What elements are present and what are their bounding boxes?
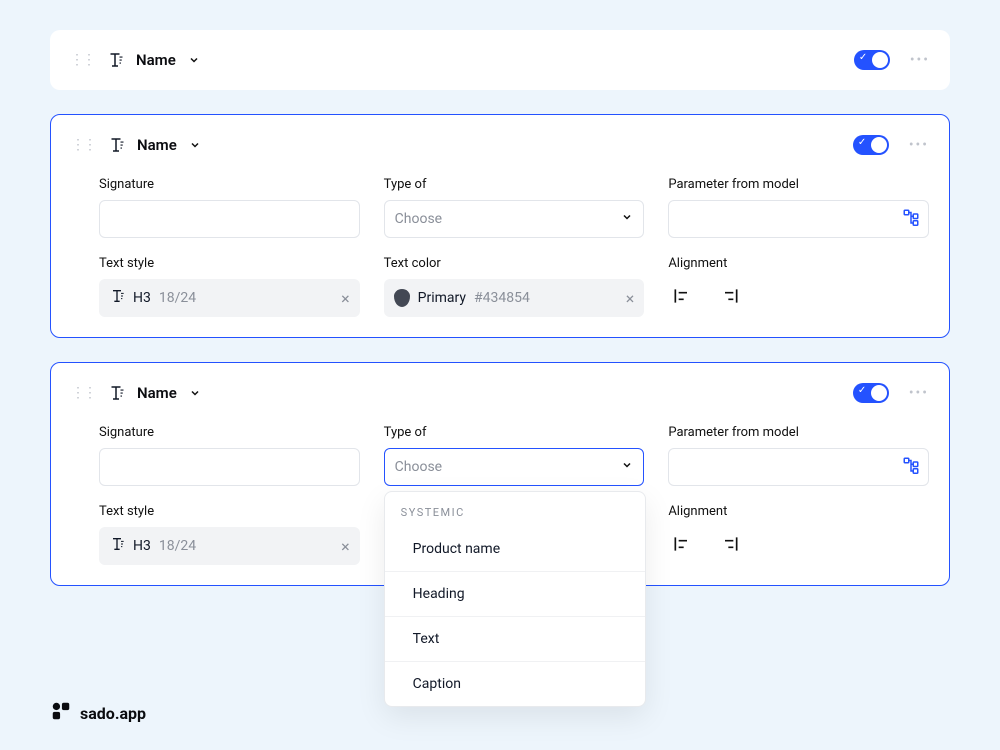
field-label: Parameter from model (668, 177, 929, 192)
field-label: Signature (99, 177, 360, 192)
align-right-icon[interactable] (720, 534, 740, 558)
text-style-field: Text style H3 18/24 × (99, 504, 360, 565)
card-header: ⋮⋮ Name ✓ ••• (71, 375, 929, 411)
brand-logo: sado.app (50, 700, 146, 726)
type-field: Type of Choose Systemic Product name Hea… (384, 425, 645, 486)
alignment-field: Alignment (668, 256, 929, 317)
text-type-icon (106, 51, 124, 69)
text-style-dim: 18/24 (159, 290, 196, 306)
field-card-expanded: ⋮⋮ Name ✓ ••• Signature Type of Choose (50, 114, 950, 338)
check-icon: ✓ (859, 52, 867, 63)
dropdown-item[interactable]: Text (385, 616, 645, 661)
chevron-down-icon (621, 211, 633, 227)
text-type-icon (109, 536, 125, 556)
signature-input[interactable] (99, 448, 360, 486)
card-header: ⋮⋮ Name ✓ ••• (71, 127, 929, 163)
param-input[interactable] (668, 200, 929, 238)
drag-handle-icon[interactable]: ⋮⋮ (71, 385, 95, 401)
param-field: Parameter from model (668, 425, 929, 486)
tree-icon[interactable] (902, 456, 920, 478)
dropdown-item[interactable]: Heading (385, 571, 645, 616)
field-label: Type of (384, 177, 645, 192)
dropdown-item[interactable]: Product name (385, 527, 645, 571)
clear-icon[interactable]: × (341, 289, 350, 308)
field-label: Alignment (668, 504, 929, 519)
type-select[interactable]: Choose (384, 200, 645, 238)
text-color-field: Text color Primary #434854 × (384, 256, 645, 317)
align-left-icon[interactable] (672, 286, 692, 310)
type-dropdown: Systemic Product name Heading Text Capti… (384, 491, 646, 707)
param-input[interactable] (668, 448, 929, 486)
text-style-value: H3 (133, 290, 151, 306)
chevron-down-icon[interactable] (189, 384, 201, 403)
signature-field: Signature (99, 177, 360, 238)
text-type-icon (107, 136, 125, 154)
text-style-chip[interactable]: H3 18/24 × (99, 527, 360, 565)
card-header: ⋮⋮ Name ✓ ••• (70, 42, 930, 78)
field-label: Text color (384, 256, 645, 271)
field-label: Text style (99, 256, 360, 271)
text-type-icon (107, 384, 125, 402)
param-field: Parameter from model (668, 177, 929, 238)
clear-icon[interactable]: × (341, 537, 350, 556)
text-style-dim: 18/24 (159, 538, 196, 554)
drag-handle-icon[interactable]: ⋮⋮ (70, 52, 94, 68)
enable-toggle[interactable]: ✓ (853, 383, 889, 403)
text-color-chip[interactable]: Primary #434854 × (384, 279, 645, 317)
text-style-chip[interactable]: H3 18/24 × (99, 279, 360, 317)
dropdown-group-label: Systemic (385, 492, 645, 527)
check-icon: ✓ (858, 137, 866, 148)
chevron-down-icon[interactable] (188, 51, 200, 70)
dropdown-item[interactable]: Caption (385, 661, 645, 706)
enable-toggle[interactable]: ✓ (853, 135, 889, 155)
signature-field: Signature (99, 425, 360, 486)
field-label: Alignment (668, 256, 929, 271)
more-icon[interactable]: ••• (902, 52, 930, 68)
card-title: Name (136, 51, 176, 69)
field-label: Text style (99, 504, 360, 519)
field-card-collapsed: ⋮⋮ Name ✓ ••• (50, 30, 950, 90)
logo-icon (50, 700, 72, 726)
type-select[interactable]: Choose (384, 448, 645, 486)
select-placeholder: Choose (395, 459, 442, 475)
field-label: Signature (99, 425, 360, 440)
field-label: Type of (384, 425, 645, 440)
color-swatch-icon (394, 289, 410, 307)
type-field: Type of Choose (384, 177, 645, 238)
text-style-value: H3 (133, 538, 151, 554)
brand-text: sado.app (80, 704, 146, 723)
drag-handle-icon[interactable]: ⋮⋮ (71, 137, 95, 153)
tree-icon[interactable] (902, 208, 920, 230)
enable-toggle[interactable]: ✓ (854, 50, 890, 70)
more-icon[interactable]: ••• (901, 137, 929, 153)
align-left-icon[interactable] (672, 534, 692, 558)
card-title: Name (137, 136, 177, 154)
clear-icon[interactable]: × (626, 289, 635, 308)
field-card-expanded: ⋮⋮ Name ✓ ••• Signature Type of Choose (50, 362, 950, 586)
check-icon: ✓ (858, 385, 866, 396)
signature-input[interactable] (99, 200, 360, 238)
align-right-icon[interactable] (720, 286, 740, 310)
text-type-icon (109, 288, 125, 308)
color-hex: #434854 (474, 290, 530, 306)
field-label: Parameter from model (668, 425, 929, 440)
alignment-field: Alignment (668, 504, 929, 565)
chevron-down-icon[interactable] (189, 136, 201, 155)
chevron-down-icon (621, 459, 633, 475)
color-name: Primary (418, 290, 466, 306)
select-placeholder: Choose (395, 211, 442, 227)
text-style-field: Text style H3 18/24 × (99, 256, 360, 317)
card-title: Name (137, 384, 177, 402)
more-icon[interactable]: ••• (901, 385, 929, 401)
